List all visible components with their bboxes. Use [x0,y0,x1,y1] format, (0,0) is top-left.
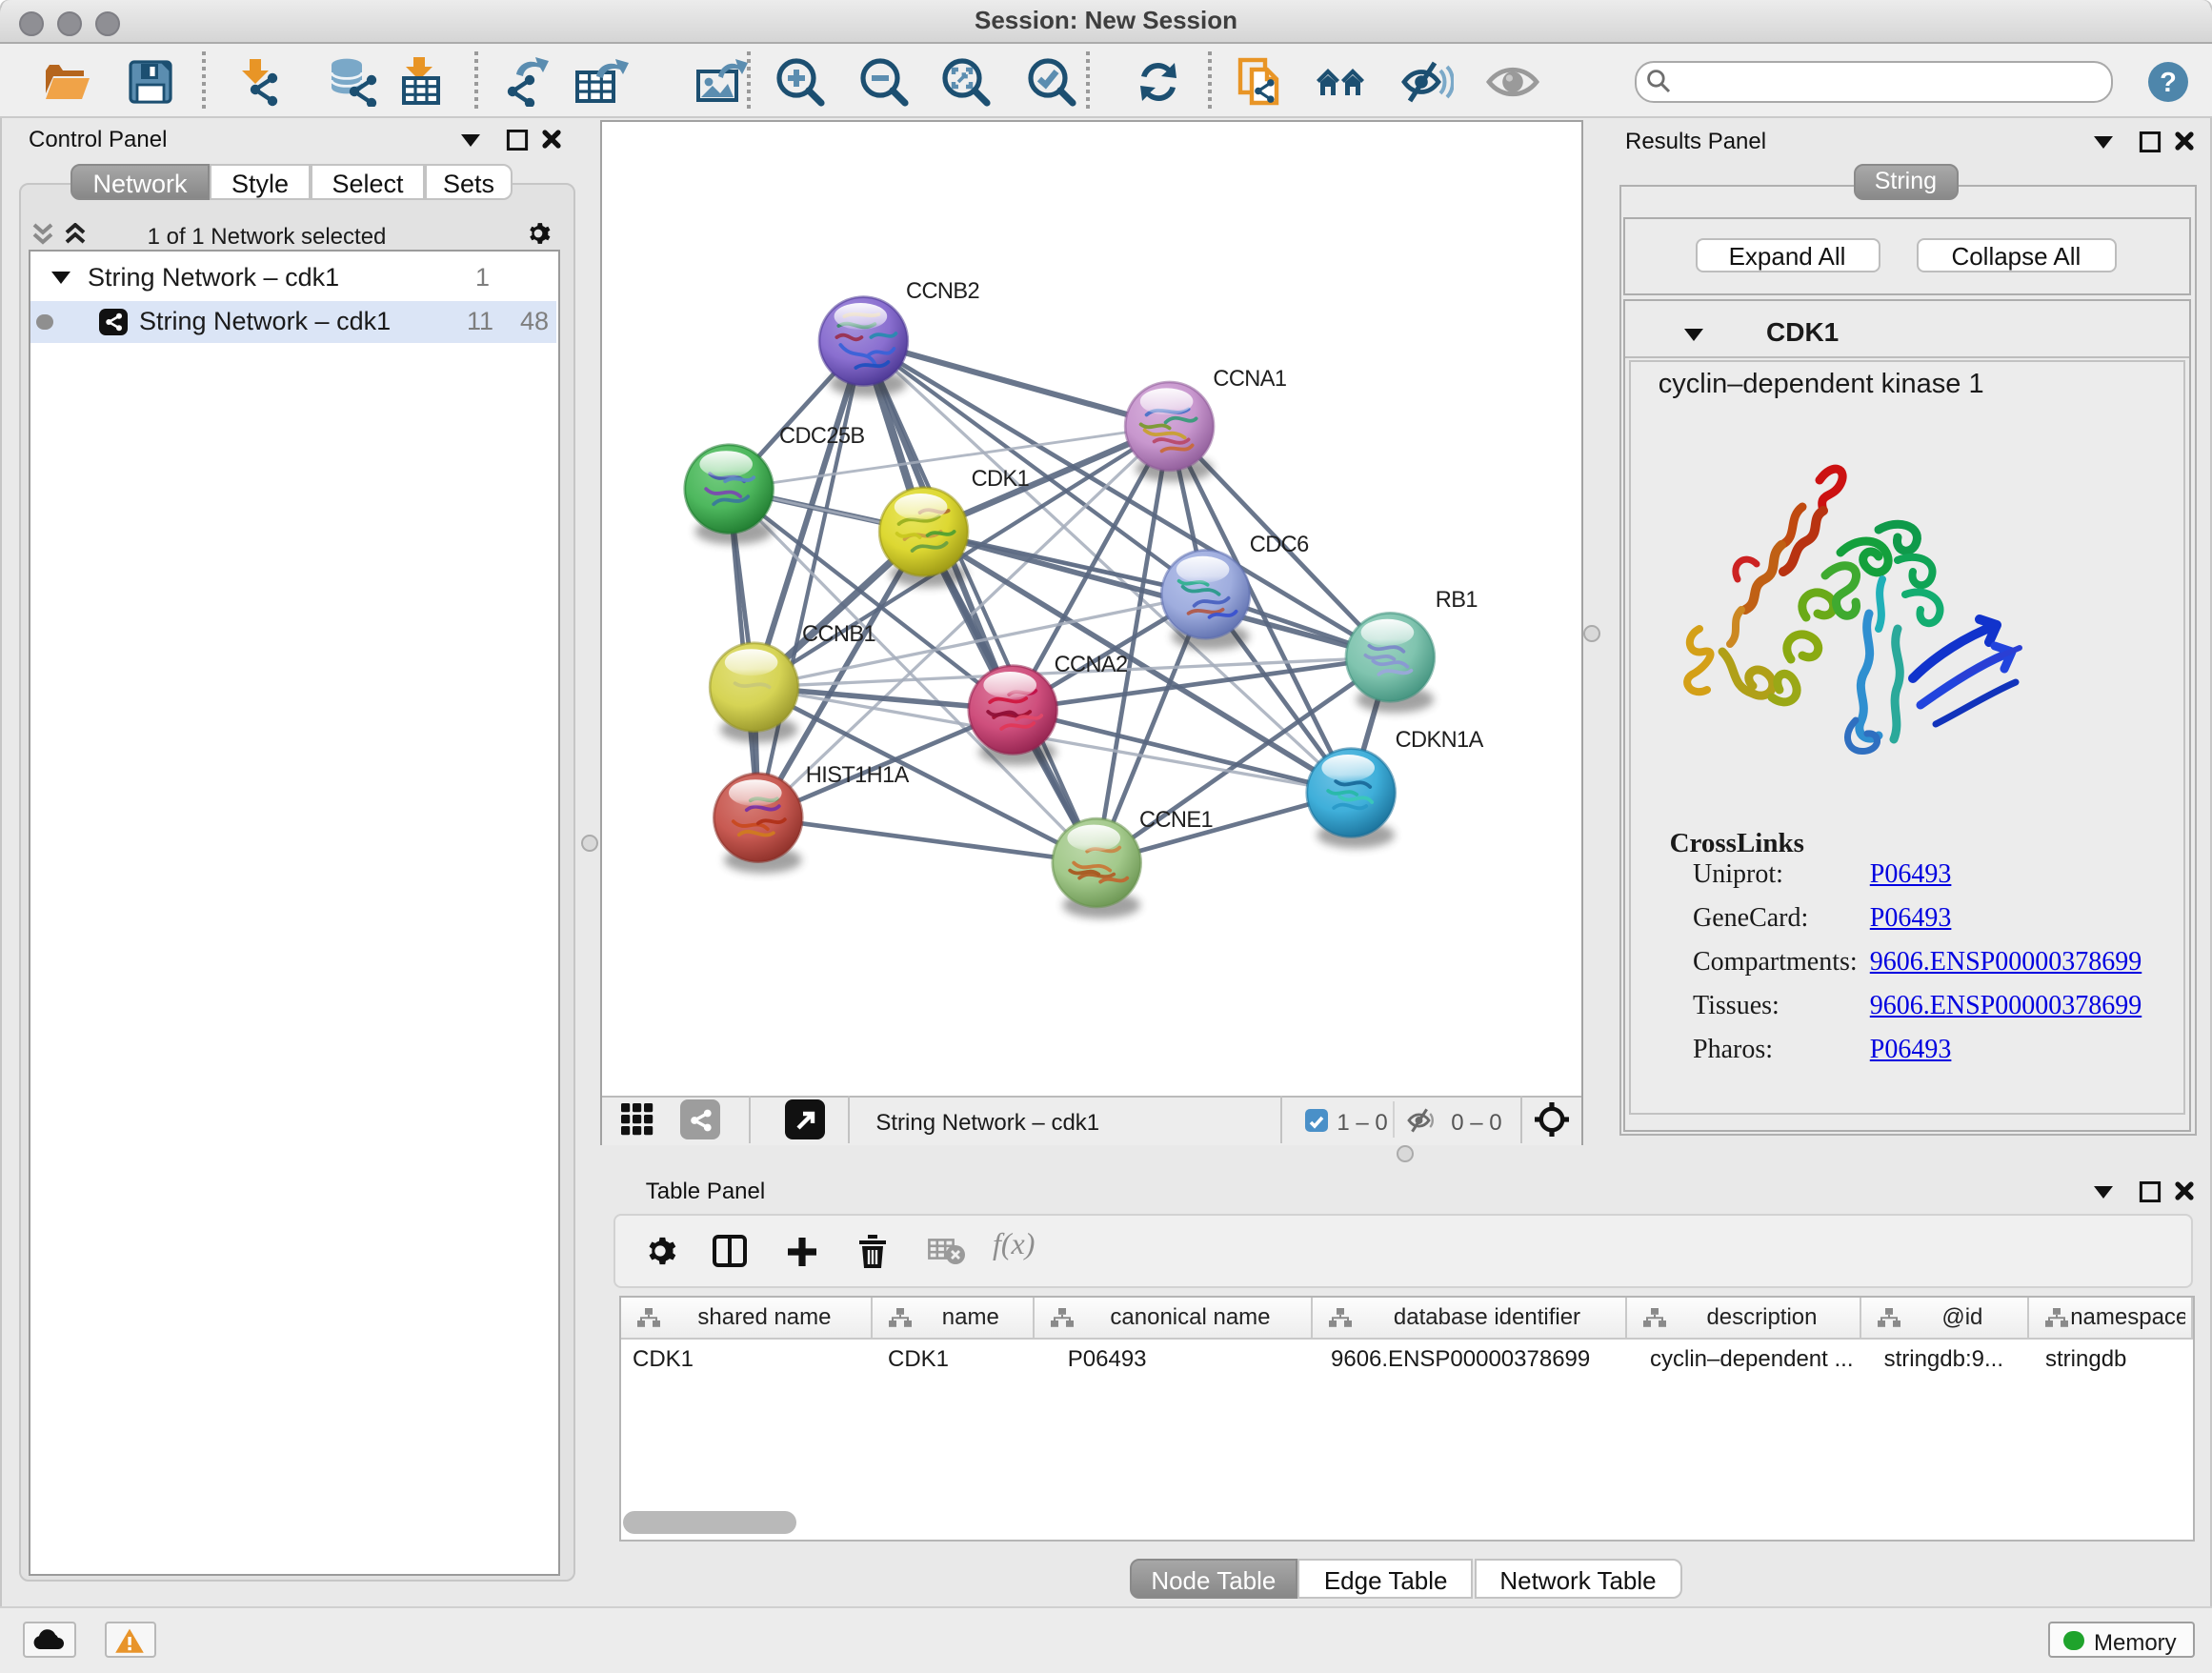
svg-text:RB1: RB1 [1435,588,1477,613]
svg-text:CDC6: CDC6 [1249,533,1308,557]
svg-text:CCNB1: CCNB1 [801,622,875,647]
svg-text:CCNA2: CCNA2 [1054,653,1127,677]
svg-text:?: ? [2160,67,2177,97]
svg-text:CCNE1: CCNE1 [1138,808,1212,833]
svg-text:CDK1: CDK1 [971,467,1029,492]
svg-text:CDC25B: CDC25B [778,424,864,449]
svg-text:CCNA1: CCNA1 [1212,367,1285,392]
svg-text:HIST1H1A: HIST1H1A [805,763,909,788]
svg-text:CCNB2: CCNB2 [905,279,978,304]
svg-text:CDKN1A: CDKN1A [1395,728,1483,753]
